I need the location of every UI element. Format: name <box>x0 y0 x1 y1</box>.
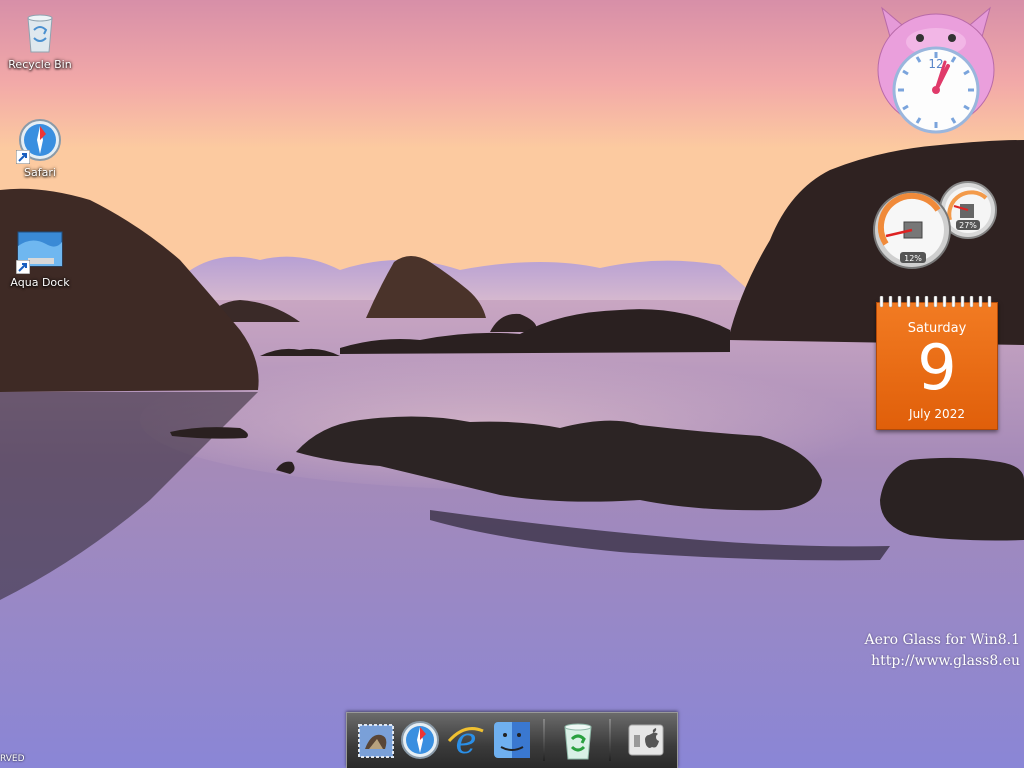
desktop-icon-label: Aqua Dock <box>10 276 70 289</box>
safari-icon <box>401 721 439 759</box>
cpu-percent: 12% <box>904 254 922 263</box>
svg-text:e: e <box>455 721 476 761</box>
cpu-meter-gadget[interactable]: 27% 12% <box>872 180 1002 272</box>
dock-separator <box>609 719 611 761</box>
desktop-icon-recycle-bin[interactable]: Recycle Bin <box>0 8 80 71</box>
calendar-binding-rings <box>879 296 992 308</box>
desktop-icon-aqua-dock[interactable]: Aqua Dock <box>0 226 80 289</box>
dock-separator <box>543 719 545 761</box>
calendar-gadget[interactable]: Saturday 9 July 2022 <box>876 296 998 430</box>
corner-text: RVED <box>0 754 25 764</box>
dock-item-finder[interactable] <box>491 719 533 761</box>
desktop: Recycle Bin Safari Aqua Dock 12 27% 12% … <box>0 0 1024 768</box>
apple-switch-icon <box>628 724 664 756</box>
desktop-icon-label: Safari <box>24 166 56 179</box>
calendar-month-year: July 2022 <box>909 407 965 421</box>
finder-icon <box>494 722 530 758</box>
dock-item-recycle-bin[interactable] <box>557 719 599 761</box>
recycle-bin-icon <box>564 723 592 760</box>
clock-gadget[interactable]: 12 <box>872 4 1000 136</box>
dock-item-mail[interactable] <box>355 719 397 761</box>
aqua-dock-bar: e <box>346 712 678 768</box>
shortcut-arrow-icon <box>16 150 30 164</box>
desktop-icon-safari[interactable]: Safari <box>0 116 80 179</box>
mail-icon <box>358 724 394 758</box>
calendar-day: 9 <box>917 331 957 404</box>
watermark-line-2: http://www.glass8.eu <box>871 653 1020 669</box>
dock-item-safari[interactable] <box>399 719 441 761</box>
calendar-page: Saturday 9 July 2022 <box>876 302 998 430</box>
watermark-line-1: Aero Glass for Win8.1 <box>864 632 1020 648</box>
shortcut-arrow-icon <box>16 260 30 274</box>
safari-icon <box>16 116 64 164</box>
memory-percent: 27% <box>959 221 977 230</box>
internet-explorer-icon: e <box>447 721 484 762</box>
desktop-icon-label: Recycle Bin <box>8 58 72 71</box>
dock-item-internet-explorer[interactable]: e <box>445 719 487 762</box>
dock-item-apple-switch[interactable] <box>625 719 667 761</box>
aero-glass-watermark: Aero Glass for Win8.1 http://www.glass8.… <box>865 630 1020 672</box>
aqua-dock-icon <box>16 226 64 274</box>
recycle-bin-icon <box>16 8 64 56</box>
